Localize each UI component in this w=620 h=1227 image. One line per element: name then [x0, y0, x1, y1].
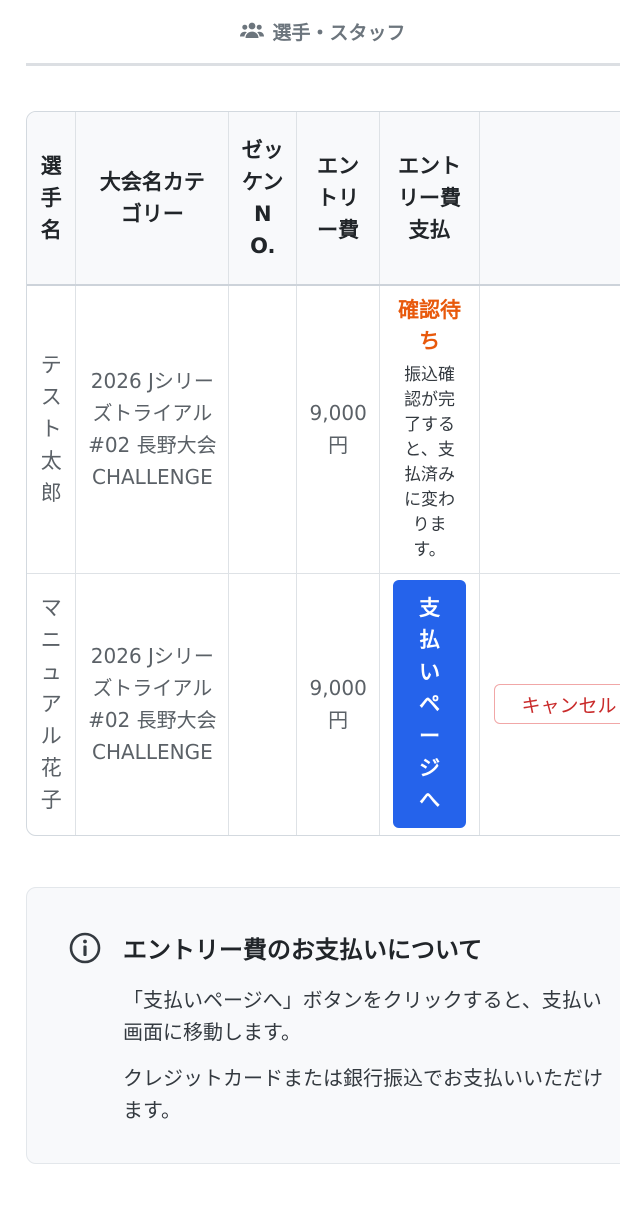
status-note: 振込確認が完了すると、支払済みに変わります。	[404, 365, 456, 561]
entry-page: 選手・スタッフ 選手名 大会名カテゴリー ゼッケンNO. エントリー費 エントリ…	[0, 0, 620, 1227]
payment-status-cell: 支払いページへ	[379, 573, 480, 835]
header-event-category: 大会名カテゴリー	[75, 112, 230, 286]
pay-page-button[interactable]: 支払いページへ	[393, 580, 467, 829]
header-fee: エントリー費	[296, 112, 381, 286]
entry-fee: 9,000円	[296, 573, 381, 835]
actions-cell	[479, 285, 620, 574]
event-name: 2026 Jシリーズトライアル #02 長野大会	[88, 369, 217, 458]
info-title: エントリー費のお支払いについて	[123, 936, 483, 964]
info-icon	[69, 932, 101, 964]
header-player: 選手名	[27, 112, 77, 286]
tab-bar: 選手・スタッフ	[26, 0, 620, 66]
category-name: CHALLENGE	[92, 465, 213, 490]
category-name: CHALLENGE	[92, 740, 213, 765]
users-icon	[240, 22, 265, 38]
tab-label: 選手・スタッフ	[272, 21, 406, 44]
player-name: テスト太郎	[27, 285, 77, 574]
tab-players-staff[interactable]: 選手・スタッフ	[26, 14, 620, 48]
payment-status-cell: 確認待ち 振込確認が完了すると、支払済みに変わります。	[379, 285, 480, 574]
entry-table: 選手名 大会名カテゴリー ゼッケンNO. エントリー費 エントリー費支払 テスト…	[26, 111, 620, 836]
event-name: 2026 Jシリーズトライアル #02 長野大会	[88, 644, 217, 733]
header-actions	[479, 112, 620, 286]
info-text-methods: クレジットカードまたは銀行振込でお支払いいただけます。	[123, 1066, 603, 1122]
info-text-pay-button: 「支払いページへ」ボタンをクリックすると、支払い画面に移動します。	[123, 988, 602, 1044]
header-fee-payment: エントリー費支払	[379, 112, 480, 286]
player-name: マニュアル花子	[27, 573, 77, 835]
cancel-button[interactable]: キャンセル	[494, 684, 620, 724]
header-bib: ゼッケンNO.	[228, 112, 298, 286]
table-header-row: 選手名 大会名カテゴリー ゼッケンNO. エントリー費 エントリー費支払	[27, 112, 620, 286]
table-row: テスト太郎 2026 Jシリーズトライアル #02 長野大会 CHALLENGE…	[27, 285, 620, 574]
entry-fee: 9,000円	[296, 285, 381, 574]
payment-info-box: エントリー費のお支払いについて 「支払いページへ」ボタンをクリックすると、支払い…	[26, 887, 620, 1164]
status-badge: 確認待ち	[398, 298, 462, 354]
bib-number	[228, 573, 298, 835]
bib-number	[228, 285, 298, 574]
event-category-cell: 2026 Jシリーズトライアル #02 長野大会 CHALLENGE	[75, 285, 230, 574]
event-category-cell: 2026 Jシリーズトライアル #02 長野大会 CHALLENGE	[75, 573, 230, 835]
